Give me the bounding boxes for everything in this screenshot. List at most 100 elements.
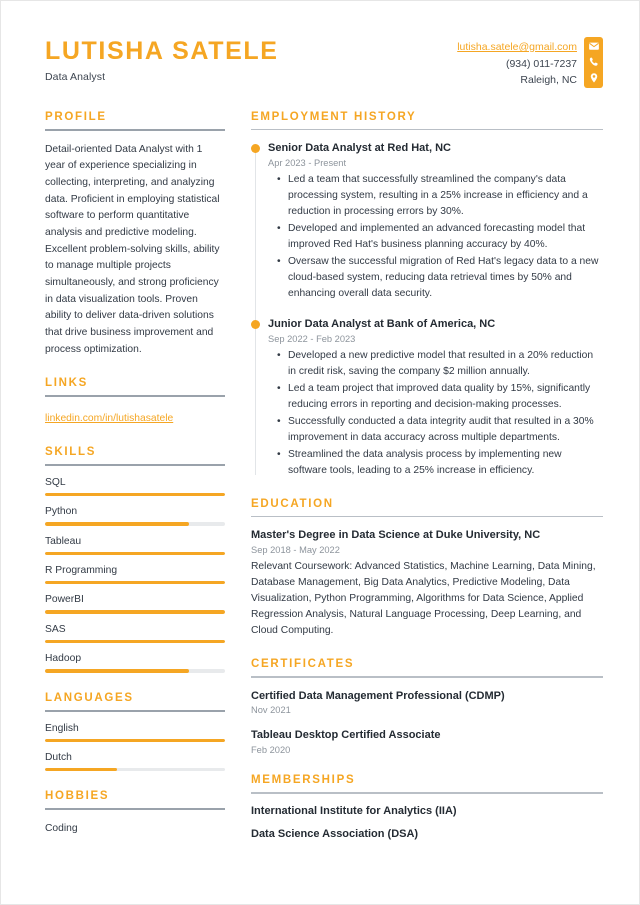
timeline-dot-icon: [251, 144, 260, 154]
language-bar-fill: [45, 738, 225, 743]
skill-bar-track: [45, 492, 225, 497]
certificate-entry: Tableau Desktop Certified Associate Feb …: [251, 728, 603, 755]
skill-bar-fill: [45, 522, 189, 526]
skill-label: Tableau: [45, 535, 82, 547]
section-heading-languages: LANGUAGES: [45, 691, 134, 704]
location-pin-icon: [588, 72, 600, 84]
membership-item: International Institute for Analytics (I…: [251, 804, 457, 817]
section-memberships: MEMBERSHIPS International Institute for …: [251, 774, 603, 840]
job-bullet: Led a team that successfully streamlined…: [277, 172, 603, 220]
education-date: Sep 2018 - May 2022: [251, 545, 340, 556]
timeline-dot-icon: [251, 319, 260, 329]
identity-block: LUTISHA SATELE Data Analyst: [45, 37, 279, 83]
job-title: Senior Data Analyst at Red Hat, NC: [268, 142, 451, 155]
certificate-entry: Certified Data Management Professional (…: [251, 689, 603, 716]
skill-label: SQL: [45, 476, 66, 488]
resume-header: LUTISHA SATELE Data Analyst lutisha.sate…: [1, 1, 639, 89]
skill-bar-track: [45, 610, 225, 614]
skill-bar-fill: [45, 581, 225, 585]
contact-icon-strip: [584, 37, 603, 88]
contact-email-link[interactable]: lutisha.satele@gmail.com: [457, 39, 577, 56]
employment-timeline: Senior Data Analyst at Red Hat, NC Apr 2…: [251, 141, 603, 479]
job-bullets: Led a team that successfully streamlined…: [268, 172, 603, 302]
skill-bar-track: [45, 581, 225, 585]
section-rule: [251, 128, 603, 131]
skill-label: SAS: [45, 623, 66, 635]
skill-bar-fill: [45, 492, 225, 497]
section-heading-memberships: MEMBERSHIPS: [251, 774, 356, 787]
education-description: Relevant Coursework: Advanced Statistics…: [251, 561, 596, 637]
skill-row: Python: [45, 506, 225, 526]
section-rule: [45, 128, 225, 131]
resume-body: PROFILE Detail-oriented Data Analyst wit…: [1, 89, 639, 859]
skill-row: PowerBI: [45, 594, 225, 614]
job-bullet: Developed a new predictive model that re…: [277, 348, 603, 380]
section-languages: LANGUAGES English Dutch: [45, 692, 225, 772]
candidate-name: LUTISHA SATELE: [45, 37, 279, 65]
education-title: Master's Degree in Data Science at Duke …: [251, 529, 541, 542]
sidebar-column: PROFILE Detail-oriented Data Analyst wit…: [45, 111, 225, 859]
skill-bar-track: [45, 669, 225, 673]
membership-item: Data Science Association (DSA): [251, 827, 419, 840]
contact-block: lutisha.satele@gmail.com (934) 011-7237 …: [457, 37, 603, 89]
contact-details: lutisha.satele@gmail.com (934) 011-7237 …: [457, 37, 577, 89]
skill-bar-track: [45, 551, 225, 556]
job-bullet: Led a team project that improved data qu…: [277, 381, 603, 413]
skill-label: Python: [45, 506, 78, 518]
language-bar-track: [45, 768, 225, 772]
section-rule: [45, 463, 225, 466]
language-label: Dutch: [45, 752, 72, 764]
section-rule: [45, 709, 225, 712]
certificate-title: Tableau Desktop Certified Associate: [251, 729, 441, 742]
job-title: Junior Data Analyst at Bank of America, …: [268, 317, 496, 330]
job-bullet: Successfully conducted a data integrity …: [277, 414, 603, 446]
skill-row: SAS: [45, 623, 225, 644]
section-heading-certificates: CERTIFICATES: [251, 658, 355, 671]
section-rule: [45, 808, 225, 811]
phone-icon: [588, 56, 600, 68]
contact-location: Raleigh, NC: [520, 74, 577, 87]
section-heading-education: EDUCATION: [251, 497, 334, 510]
language-row: English: [45, 723, 225, 743]
job-date: Apr 2023 - Present: [268, 158, 347, 169]
skill-bar-fill: [45, 610, 225, 614]
candidate-job-title: Data Analyst: [45, 70, 106, 83]
skill-label: PowerBI: [45, 594, 84, 606]
language-bar-track: [45, 738, 225, 743]
section-heading-links: LINKS: [45, 377, 88, 390]
skill-bar-fill: [45, 669, 189, 673]
skill-row: Tableau: [45, 535, 225, 556]
education-entry: Master's Degree in Data Science at Duke …: [251, 528, 603, 639]
skill-label: R Programming: [45, 565, 118, 577]
section-links: LINKS linkedin.com/in/lutishasatele: [45, 377, 225, 426]
contact-phone: (934) 011-7237: [505, 57, 577, 70]
certificate-date: Feb 2020: [251, 745, 291, 756]
section-skills: SKILLS SQL Python Tableau R Programming …: [45, 446, 225, 673]
skill-bar-fill: [45, 551, 225, 556]
section-rule: [251, 792, 603, 794]
skill-bar-track: [45, 522, 225, 526]
section-rule: [251, 515, 603, 518]
link-item[interactable]: linkedin.com/in/lutishasatele: [45, 413, 173, 424]
job-entry: Senior Data Analyst at Red Hat, NC Apr 2…: [251, 141, 603, 302]
skill-row: R Programming: [45, 565, 225, 585]
section-hobbies: HOBBIES Coding: [45, 790, 225, 837]
section-heading-employment: EMPLOYMENT HISTORY: [251, 110, 417, 123]
job-bullet: Oversaw the successful migration of Red …: [277, 254, 603, 302]
skill-label: Hadoop: [45, 653, 82, 665]
skill-row: Hadoop: [45, 653, 225, 673]
resume-page: LUTISHA SATELE Data Analyst lutisha.sate…: [0, 0, 640, 905]
certificate-title: Certified Data Management Professional (…: [251, 689, 505, 702]
language-row: Dutch: [45, 752, 225, 772]
job-entry: Junior Data Analyst at Bank of America, …: [251, 317, 603, 479]
section-rule: [251, 676, 603, 678]
job-bullet: Developed and implemented an advanced fo…: [277, 221, 603, 253]
skill-row: SQL: [45, 476, 225, 497]
job-bullet: Streamlined the data analysis process by…: [277, 447, 603, 479]
section-certificates: CERTIFICATES Certified Data Management P…: [251, 658, 603, 755]
section-rule: [45, 395, 225, 398]
skill-bar-fill: [45, 639, 225, 644]
section-heading-profile: PROFILE: [45, 110, 107, 123]
certificate-date: Nov 2021: [251, 705, 291, 716]
section-heading-skills: SKILLS: [45, 445, 97, 458]
